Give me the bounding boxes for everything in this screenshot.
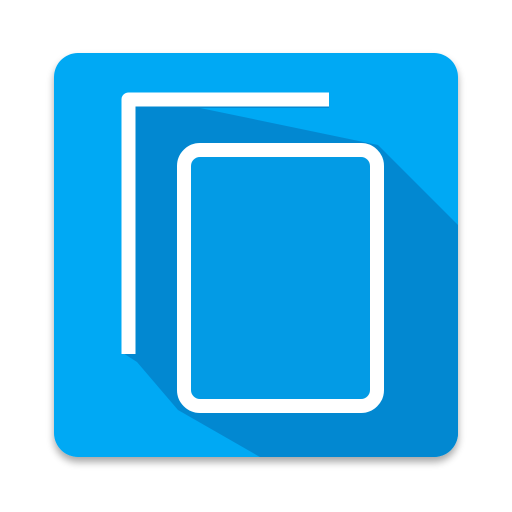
copy-icon[interactable]: [0, 0, 512, 512]
front-page: [177, 143, 384, 413]
app-icon-stage: [0, 0, 512, 512]
